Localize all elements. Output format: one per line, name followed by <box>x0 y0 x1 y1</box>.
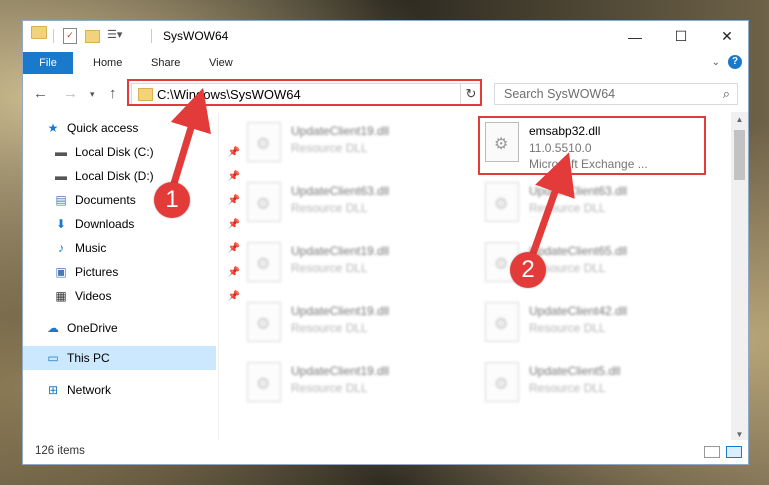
annotation-arrows <box>168 87 575 264</box>
step-1-badge: 1 <box>154 182 190 218</box>
arrow-2 <box>526 152 575 264</box>
step-2-badge: 2 <box>510 252 546 288</box>
arrow-1 <box>168 87 211 192</box>
